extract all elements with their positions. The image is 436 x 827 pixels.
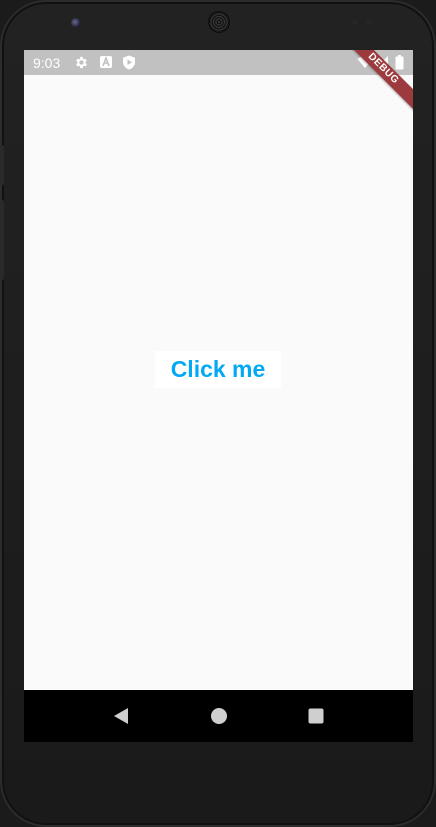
side-button — [0, 200, 4, 280]
status-bar: 9:03 — [24, 50, 413, 75]
front-camera — [71, 18, 81, 28]
a-icon — [99, 55, 114, 70]
status-time: 9:03 — [33, 55, 61, 71]
shield-play-icon — [122, 55, 137, 70]
home-icon[interactable] — [210, 706, 228, 731]
recents-icon[interactable] — [307, 706, 325, 731]
screen: 9:03 DEBUG Click me — [24, 50, 413, 742]
click-me-button[interactable]: Click me — [155, 351, 281, 388]
earpiece-speaker — [209, 12, 229, 32]
side-button — [0, 145, 4, 185]
light-sensor — [366, 19, 372, 25]
gear-icon — [74, 55, 89, 70]
navigation-bar — [24, 690, 413, 742]
battery-icon — [395, 55, 404, 70]
back-icon[interactable] — [112, 706, 130, 731]
phone-frame: 9:03 DEBUG Click me — [0, 0, 436, 827]
app-content: Click me — [24, 75, 413, 690]
proximity-sensor — [352, 19, 358, 25]
